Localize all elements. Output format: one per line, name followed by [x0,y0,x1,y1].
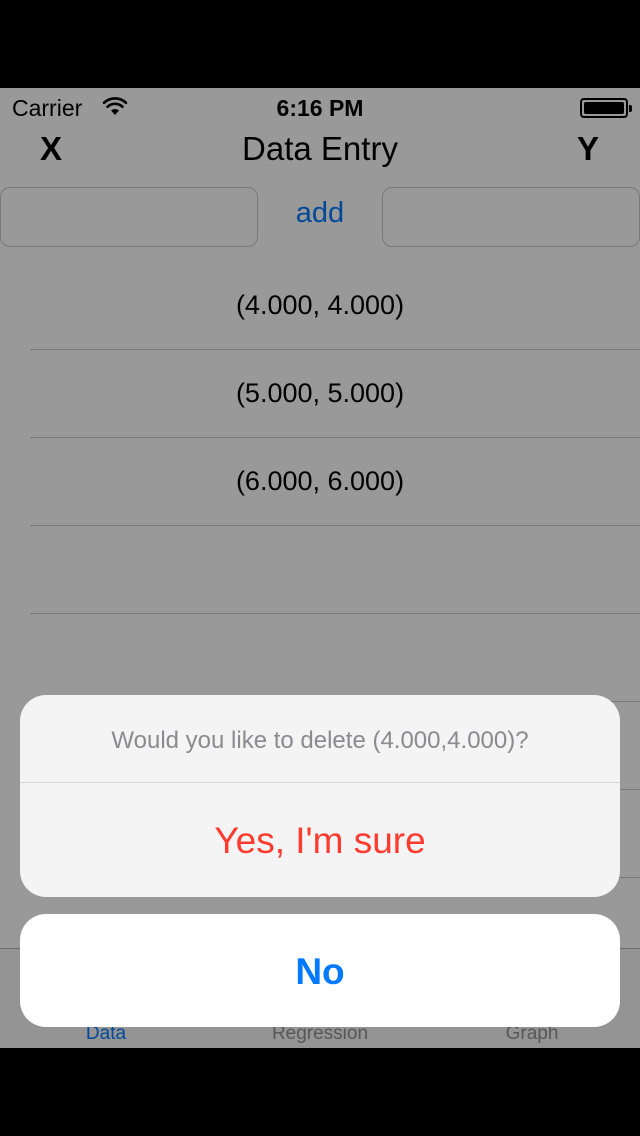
top-letterbox [0,0,640,88]
action-sheet-message: Would you like to delete (4.000,4.000)? [20,695,620,783]
action-sheet: Would you like to delete (4.000,4.000)? … [20,695,620,897]
cancel-button[interactable]: No [20,914,620,1027]
app-screen: Carrier 6:16 PM X Data Entry Y add (4.00… [0,88,640,1048]
modal-backdrop[interactable] [0,88,640,1048]
bottom-letterbox [0,1048,640,1136]
confirm-delete-button[interactable]: Yes, I'm sure [20,783,620,896]
